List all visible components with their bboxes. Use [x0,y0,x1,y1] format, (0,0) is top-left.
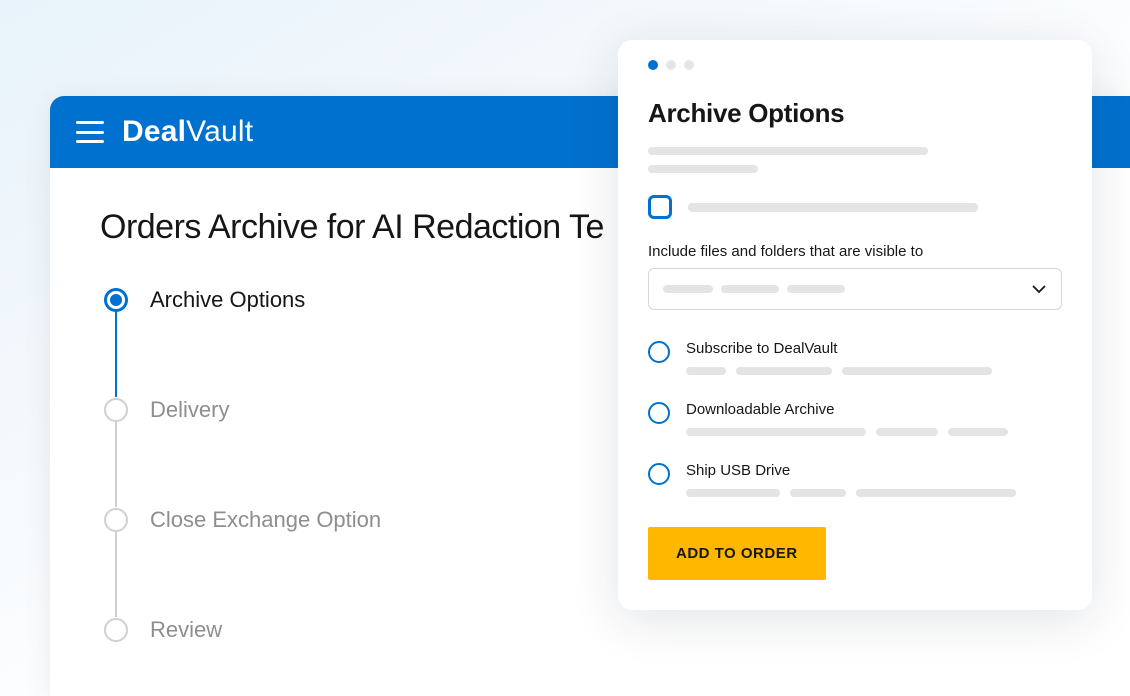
brand-prefix: Deal [122,115,186,148]
step-label: Archive Options [150,287,305,313]
panel-title: Archive Options [648,98,1062,129]
radio-subscribe[interactable]: Subscribe to DealVault [648,340,1062,375]
radio-description-placeholder [686,428,1062,436]
dot-icon [666,60,676,70]
step-review[interactable]: Review [104,617,1080,643]
step-label: Delivery [150,397,229,423]
radio-label: Subscribe to DealVault [686,340,1062,357]
archive-type-radio-group: Subscribe to DealVault Downloadable Arch… [648,340,1062,497]
step-marker-icon [104,288,128,312]
option-checkbox[interactable] [648,195,672,219]
checkbox-label-placeholder [688,203,978,212]
step-marker-icon [104,618,128,642]
radio-icon [648,402,670,424]
dot-icon [648,60,658,70]
radio-content: Ship USB Drive [686,462,1062,497]
radio-ship-usb[interactable]: Ship USB Drive [648,462,1062,497]
radio-icon [648,341,670,363]
step-connector [115,421,117,507]
dot-icon [684,60,694,70]
radio-downloadable[interactable]: Downloadable Archive [648,401,1062,436]
visibility-field-label: Include files and folders that are visib… [648,243,1062,260]
chevron-down-icon [1031,281,1047,297]
step-connector [115,311,117,397]
step-marker-icon [104,398,128,422]
step-connector [115,531,117,617]
radio-label: Downloadable Archive [686,401,1062,418]
step-marker-icon [104,508,128,532]
option-checkbox-row [648,195,1062,219]
radio-content: Subscribe to DealVault [686,340,1062,375]
window-traffic-lights [648,60,1062,70]
brand-logo: DealVault [122,115,253,149]
step-label: Review [150,617,222,643]
archive-options-panel: Archive Options Include files and folder… [618,40,1092,610]
radio-content: Downloadable Archive [686,401,1062,436]
menu-icon[interactable] [76,121,104,143]
select-chips-placeholder [663,285,845,293]
radio-description-placeholder [686,489,1062,497]
add-to-order-button[interactable]: ADD TO ORDER [648,527,826,580]
step-label: Close Exchange Option [150,507,381,533]
radio-description-placeholder [686,367,1062,375]
description-placeholder [648,147,1062,173]
brand-suffix: Vault [186,115,253,148]
radio-icon [648,463,670,485]
visibility-select[interactable] [648,268,1062,310]
radio-label: Ship USB Drive [686,462,1062,479]
